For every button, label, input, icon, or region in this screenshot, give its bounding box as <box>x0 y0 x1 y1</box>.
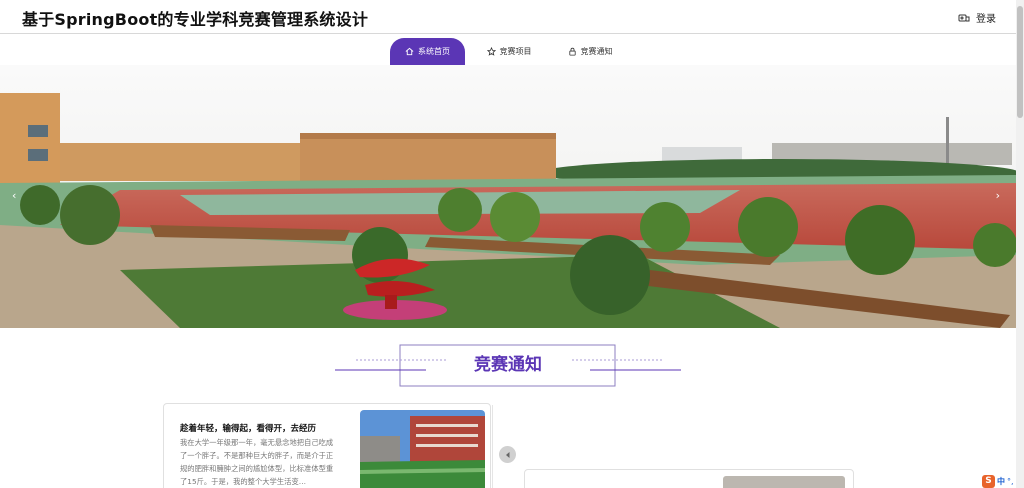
home-icon <box>405 47 414 56</box>
nav-competition-notices[interactable]: 竞赛通知 <box>560 38 620 65</box>
login-icon <box>958 14 970 21</box>
section-title: 竞赛通知 <box>474 355 542 375</box>
carousel-prev-arrow[interactable]: ‹ <box>12 189 16 202</box>
star-icon <box>486 47 496 56</box>
notice-card-secondary[interactable] <box>524 469 854 488</box>
page-scrollbar[interactable] <box>1016 0 1024 488</box>
notice-title: 趁着年轻，输得起，看得开，去经历 <box>180 424 317 434</box>
ime-logo-icon: S <box>982 474 995 488</box>
notice-excerpt: 我在大学一年级那一年，毫无悬念地把自己吃成了一个胖子。不是那种巨大的胖子，而是介… <box>180 438 334 486</box>
ime-extra: °, <box>1007 476 1014 486</box>
notice-thumbnail <box>360 410 485 488</box>
nav-notices-label: 竞赛通知 <box>580 47 613 56</box>
campus-photo <box>0 65 1016 328</box>
nav-home[interactable]: 系统首页 <box>390 38 465 65</box>
notice-thumbnail-secondary <box>723 476 845 488</box>
login-label: 登录 <box>976 14 996 25</box>
nav-home-label: 系统首页 <box>418 47 450 56</box>
carousel-next-arrow[interactable]: › <box>996 189 1000 202</box>
top-header: 基于SpringBoot的专业学科竞赛管理系统设计 登录 <box>0 0 1016 34</box>
site-title: 基于SpringBoot的专业学科竞赛管理系统设计 <box>22 10 369 29</box>
nav-projects-label: 竞赛项目 <box>499 47 532 56</box>
nav-competition-projects[interactable]: 竞赛项目 <box>478 38 540 65</box>
card-divider <box>492 405 493 488</box>
lock-icon <box>568 47 576 56</box>
notice-section-header: 竞赛通知 <box>0 340 1016 390</box>
login-button[interactable]: 登录 <box>958 10 996 25</box>
chevron-left-icon <box>505 451 509 458</box>
main-nav: 系统首页 竞赛项目 竞赛通知 <box>0 35 1016 65</box>
ime-status-indicator[interactable]: S 中 °, <box>982 474 1014 488</box>
scrollbar-thumb[interactable] <box>1017 6 1023 118</box>
hero-banner-carousel[interactable]: ‹ › <box>0 65 1016 328</box>
notices-prev-button[interactable] <box>499 446 516 463</box>
notice-card[interactable]: 趁着年轻，输得起，看得开，去经历 我在大学一年级那一年，毫无悬念地把自己吃成了一… <box>163 403 491 488</box>
ime-mode: 中 <box>997 476 1005 486</box>
